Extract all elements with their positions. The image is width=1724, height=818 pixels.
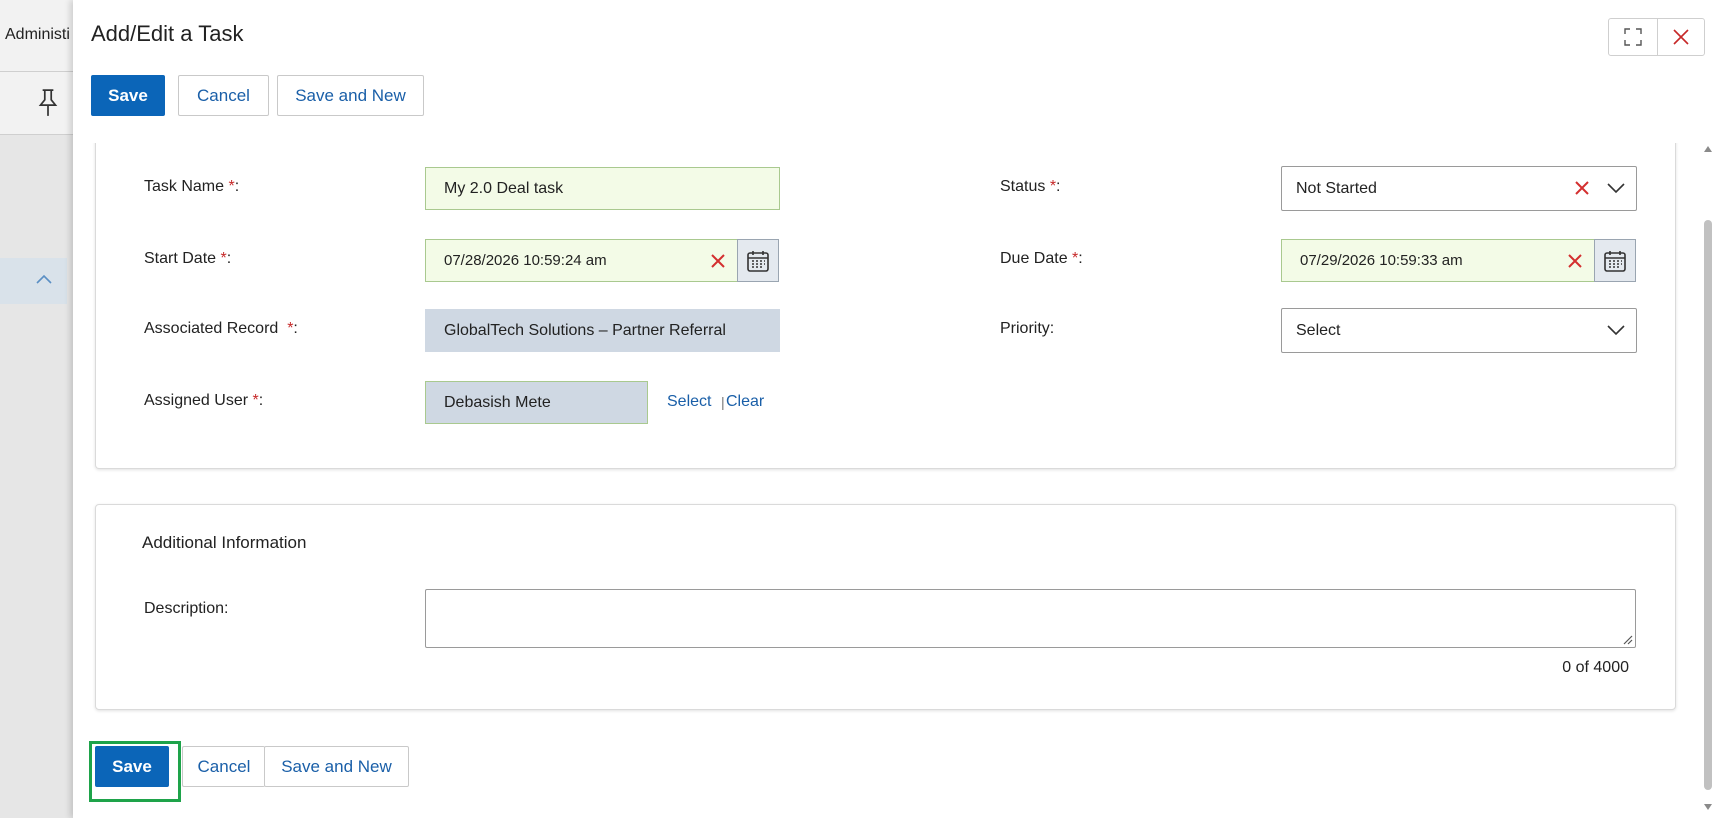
dialog-scroll-area: Task Name *: My 2.0 Deal task Status *: … — [73, 143, 1724, 818]
label-colon: : — [234, 178, 240, 195]
start-date-input[interactable]: 07/28/2026 10:59:24 am — [425, 239, 738, 282]
due-date-label: Due Date *: — [1000, 250, 1083, 268]
scroll-down-arrow-icon[interactable] — [1703, 803, 1713, 811]
associated-record-label-text: Associated Record — [144, 320, 279, 337]
label-colon: : — [226, 250, 232, 267]
resize-handle-icon[interactable] — [1623, 635, 1633, 645]
close-button[interactable] — [1656, 19, 1705, 55]
link-separator: | — [721, 394, 725, 410]
cancel-button-bottom[interactable]: Cancel — [182, 746, 265, 787]
assigned-user-field: Debasish Mete — [425, 381, 648, 424]
cancel-button-top[interactable]: Cancel — [178, 75, 269, 116]
calendar-icon — [1604, 250, 1626, 272]
due-date-input[interactable]: 07/29/2026 10:59:33 am — [1281, 239, 1595, 282]
window-controls — [1608, 18, 1705, 56]
label-colon: : — [1078, 250, 1083, 267]
assigned-user-clear-link[interactable]: Clear — [726, 393, 764, 411]
status-label: Status *: — [1000, 178, 1061, 196]
status-select[interactable]: Not Started — [1281, 166, 1637, 211]
label-colon: : — [1056, 178, 1061, 195]
label-colon: : — [293, 320, 298, 337]
due-date-value: 07/29/2026 10:59:33 am — [1300, 252, 1463, 269]
associated-record-field: GlobalTech Solutions – Partner Referral — [425, 309, 780, 352]
save-and-new-button-bottom[interactable]: Save and New — [264, 746, 409, 787]
task-details-card: Task Name *: My 2.0 Deal task Status *: … — [95, 143, 1676, 469]
start-date-label: Start Date *: — [144, 250, 231, 268]
associated-record-value: GlobalTech Solutions – Partner Referral — [444, 321, 726, 339]
assigned-user-value: Debasish Mete — [444, 393, 551, 411]
description-label: Description: — [144, 600, 229, 617]
task-name-input[interactable]: My 2.0 Deal task — [425, 167, 780, 210]
status-value: Not Started — [1296, 179, 1377, 197]
clear-due-date-icon[interactable] — [1566, 252, 1584, 270]
calendar-icon — [747, 250, 769, 272]
due-date-label-text: Due Date — [1000, 250, 1068, 267]
associated-record-label: Associated Record *: — [144, 320, 298, 338]
additional-information-card: Additional Information Description: 0 of… — [95, 504, 1676, 710]
label-colon: : — [258, 392, 264, 409]
task-name-value: My 2.0 Deal task — [444, 179, 564, 197]
scrollbar-thumb[interactable] — [1704, 220, 1712, 790]
background-collapse-button[interactable] — [0, 258, 67, 304]
assigned-user-label: Assigned User *: — [144, 392, 263, 410]
maximize-icon — [1624, 28, 1642, 46]
priority-select[interactable]: Select — [1281, 308, 1637, 353]
start-date-value: 07/28/2026 10:59:24 am — [444, 252, 607, 269]
additional-information-title: Additional Information — [142, 533, 307, 552]
clear-status-icon[interactable] — [1573, 179, 1591, 197]
background-pin-row — [0, 72, 73, 135]
save-button-bottom[interactable]: Save — [95, 746, 169, 787]
chevron-down-icon — [1607, 325, 1625, 336]
dialog-title: Add/Edit a Task — [91, 21, 244, 46]
save-button-top[interactable]: Save — [91, 75, 165, 116]
assigned-user-select-link[interactable]: Select — [667, 393, 711, 411]
assigned-user-label-text: Assigned User — [144, 392, 249, 409]
chevron-down-icon — [1607, 183, 1625, 194]
clear-start-date-icon[interactable] — [709, 252, 727, 270]
vertical-scrollbar[interactable] — [1694, 143, 1724, 818]
status-label-text: Status — [1000, 178, 1046, 195]
maximize-button[interactable] — [1609, 19, 1657, 55]
add-edit-task-dialog: Add/Edit a Task Save Cancel Save and New… — [73, 0, 1724, 818]
chevron-up-icon — [36, 274, 52, 284]
character-counter: 0 of 4000 — [1562, 659, 1629, 676]
save-and-new-button-top[interactable]: Save and New — [277, 75, 424, 116]
description-textarea[interactable] — [425, 589, 1636, 648]
background-admin-label: Administi — [5, 26, 70, 43]
start-date-label-text: Start Date — [144, 250, 217, 267]
task-name-label: Task Name *: — [144, 178, 239, 196]
start-date-calendar-button[interactable] — [737, 239, 779, 282]
close-icon — [1673, 29, 1689, 45]
background-topbar: Administi — [0, 0, 73, 72]
due-date-calendar-button[interactable] — [1594, 239, 1636, 282]
priority-label: Priority: — [1000, 320, 1055, 337]
task-name-label-text: Task Name — [144, 178, 225, 195]
pin-icon[interactable] — [36, 88, 60, 118]
scroll-up-arrow-icon[interactable] — [1703, 145, 1713, 153]
priority-value: Select — [1296, 321, 1341, 339]
